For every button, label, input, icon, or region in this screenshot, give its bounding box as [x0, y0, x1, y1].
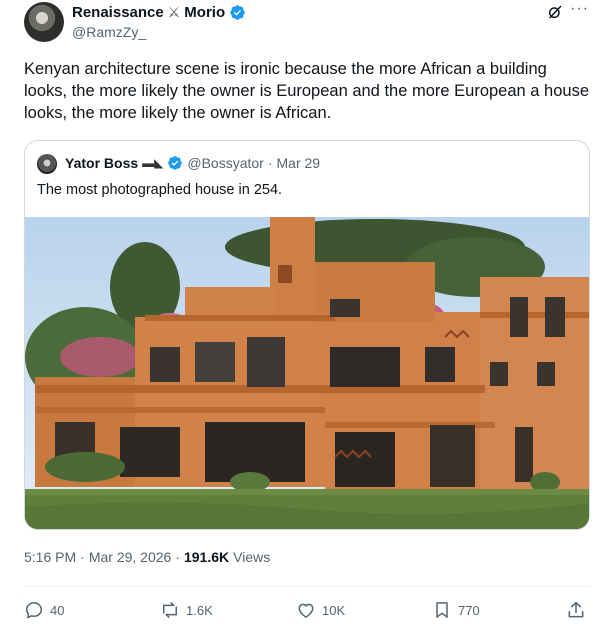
like-count: 10K — [322, 602, 346, 618]
bookmark-button[interactable]: 770 — [432, 598, 480, 622]
reply-icon — [25, 602, 43, 619]
action-bar: 40 1.6K 10K 770 — [24, 598, 590, 622]
repost-icon — [163, 602, 177, 618]
quoted-date: Mar 29 — [276, 155, 321, 171]
quoted-tweet[interactable]: Yator Boss ▬◣ @Bossyator · Mar 29 The mo… — [24, 140, 590, 530]
share-button[interactable] — [566, 598, 586, 622]
views-label: Views — [233, 549, 271, 565]
repost-count: 1.6K — [186, 602, 213, 618]
like-button[interactable]: 10K — [296, 598, 345, 622]
verified-badge-icon — [168, 156, 183, 170]
quoted-text: The most photographed house in 254. — [37, 182, 283, 198]
quoted-separator: · — [267, 155, 273, 171]
crossed-swords-icon: ⚔ — [167, 3, 181, 20]
meta-separator: · — [80, 549, 85, 565]
quoted-handle: @Bossyator — [187, 155, 264, 171]
gun-icon: ▬◣ — [142, 156, 164, 170]
reply-count: 40 — [50, 602, 65, 618]
quoted-author-row: Yator Boss ▬◣ @Bossyator · Mar 29 — [65, 155, 320, 171]
repost-button[interactable]: 1.6K — [160, 598, 213, 622]
author-avatar[interactable] — [24, 2, 64, 42]
author-display-name-part1[interactable]: Renaissance — [72, 4, 164, 21]
quoted-author-avatar — [37, 154, 57, 174]
author-handle[interactable]: @RamzZy_ — [72, 24, 146, 40]
tweet-meta: 5:16 PM · Mar 29, 2026 · 191.6K Views — [24, 549, 270, 565]
views-count: 191.6K — [183, 549, 230, 565]
divider — [24, 586, 590, 587]
author-display-name-part2[interactable]: Morio — [184, 4, 225, 21]
bookmark-count: 770 — [458, 602, 480, 618]
more-options-icon[interactable]: ··· — [570, 0, 589, 18]
meta-separator: · — [175, 549, 180, 565]
quoted-display-name: Yator Boss — [65, 155, 139, 171]
tweet: Renaissance ⚔ Morio @RamzZy_ ··· Kenyan … — [0, 0, 612, 628]
reply-button[interactable]: 40 — [24, 598, 64, 622]
quoted-house-photo[interactable] — [25, 217, 590, 530]
author-name-row[interactable]: Renaissance ⚔ Morio — [72, 3, 246, 21]
grok-icon[interactable] — [547, 4, 563, 20]
heart-icon — [298, 603, 314, 618]
tweet-time[interactable]: 5:16 PM — [24, 549, 76, 565]
tweet-text: Kenyan architecture scene is ironic beca… — [24, 60, 590, 122]
share-icon — [568, 601, 584, 618]
tweet-date[interactable]: Mar 29, 2026 — [89, 549, 172, 565]
verified-badge-icon — [230, 4, 245, 20]
bookmark-icon — [436, 602, 448, 618]
